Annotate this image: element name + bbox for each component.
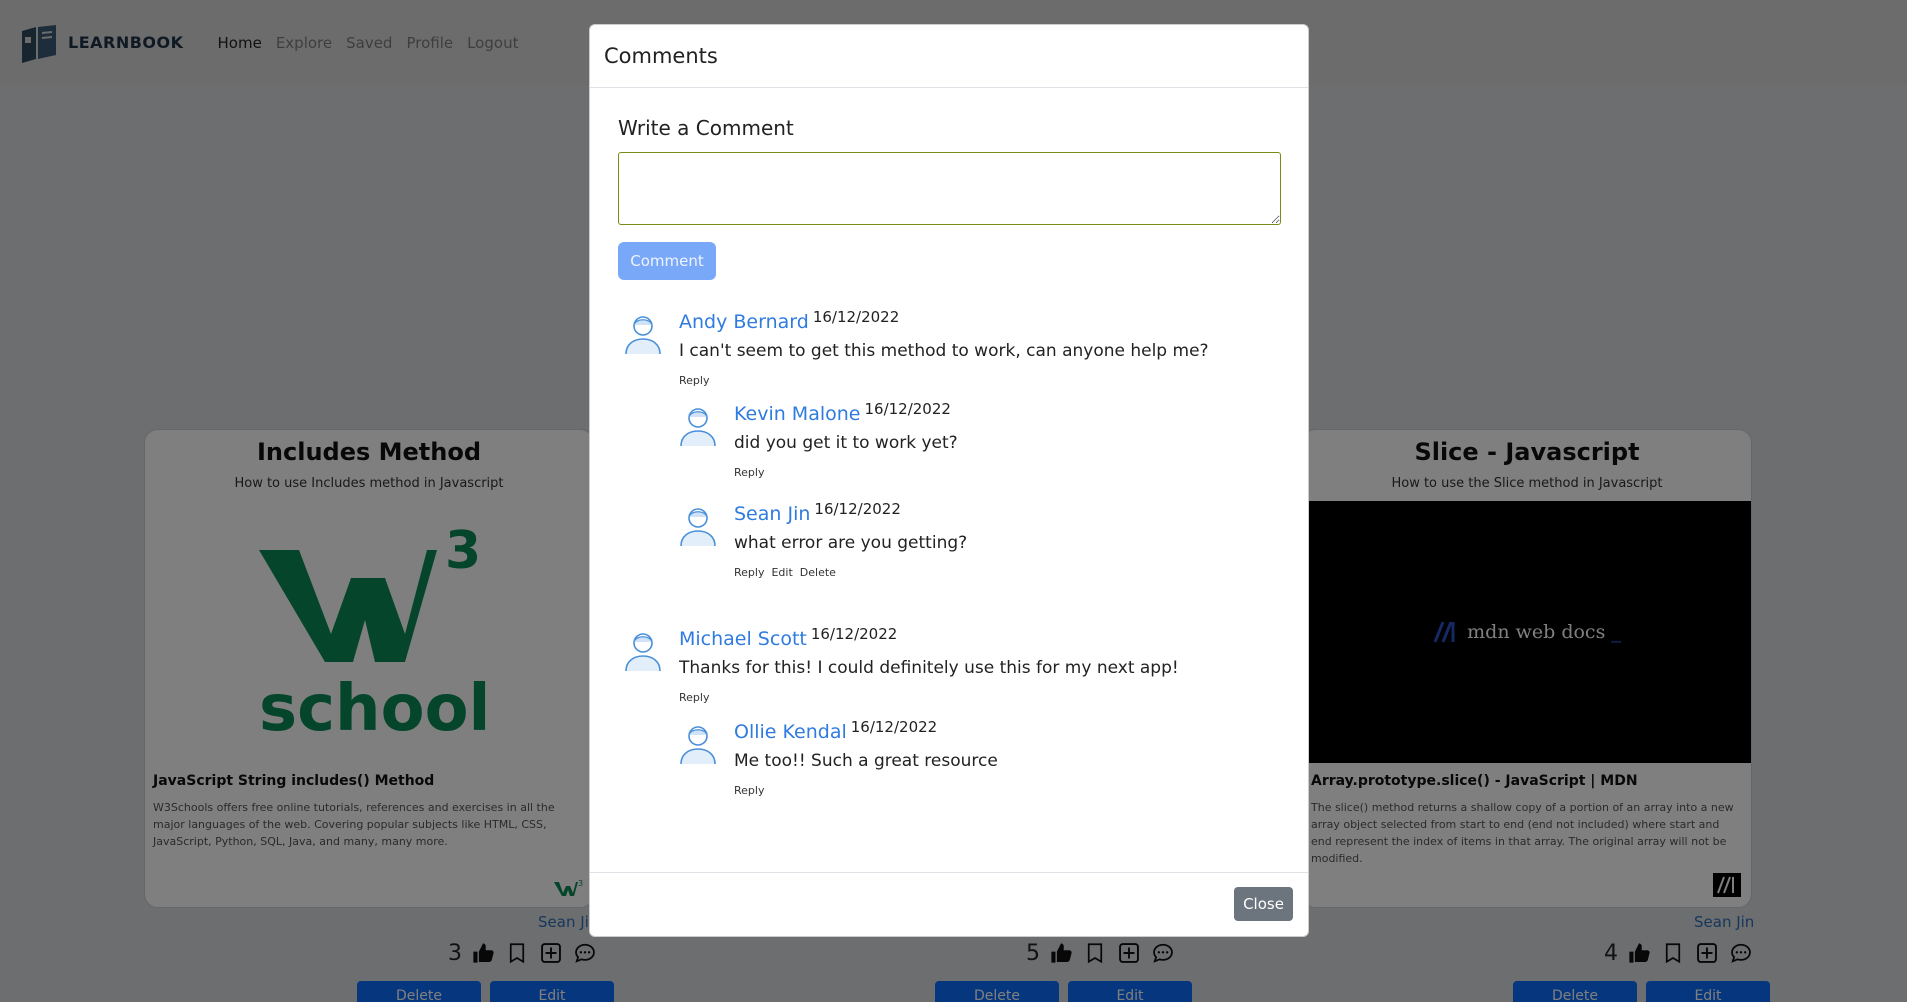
comment-author[interactable]: Michael Scott [679,628,807,650]
delete-link[interactable]: Delete [800,566,836,579]
comment-button[interactable]: Comment [618,242,716,280]
modal-header: Comments [590,25,1308,88]
reply-link[interactable]: Reply [679,691,709,704]
comments-modal: Comments Write a Comment Comment Andy Be… [589,24,1309,937]
user-avatar-icon [680,726,716,765]
reply-link[interactable]: Reply [734,784,764,797]
edit-link[interactable]: Edit [771,566,792,579]
close-button[interactable]: Close [1234,887,1293,921]
modal-body: Write a Comment Comment [590,88,1308,280]
comment-date: 16/12/2022 [850,718,938,736]
comment-author[interactable]: Andy Bernard [679,311,809,333]
comment-date: 16/12/2022 [814,500,901,518]
reply-link[interactable]: Reply [679,374,709,387]
modal-footer: Close [590,872,1308,936]
comment-date: 16/12/2022 [864,400,951,418]
comment-textarea[interactable] [618,152,1281,225]
comment-text: what error are you getting? [734,533,968,553]
comment-author[interactable]: Kevin Malone [734,403,860,425]
write-comment-label: Write a Comment [618,116,794,140]
reply-link[interactable]: Reply [734,466,764,479]
user-avatar-icon [680,508,716,547]
comment-text: I can't seem to get this method to work,… [679,341,1209,361]
comment-text: Thanks for this! I could definitely use … [679,658,1179,678]
comment-date: 16/12/2022 [810,625,898,643]
user-avatar-icon [625,316,661,355]
comment-date: 16/12/2022 [812,308,900,326]
comment-text: did you get it to work yet? [734,433,958,453]
user-avatar-icon [680,408,716,447]
modal-title: Comments [604,44,718,68]
comment-author[interactable]: Sean Jin [734,503,810,525]
user-avatar-icon [625,633,661,672]
comment-text: Me too!! Such a great resource [734,751,998,771]
comment-author[interactable]: Ollie Kendal [734,721,847,743]
reply-link[interactable]: Reply [734,566,764,579]
